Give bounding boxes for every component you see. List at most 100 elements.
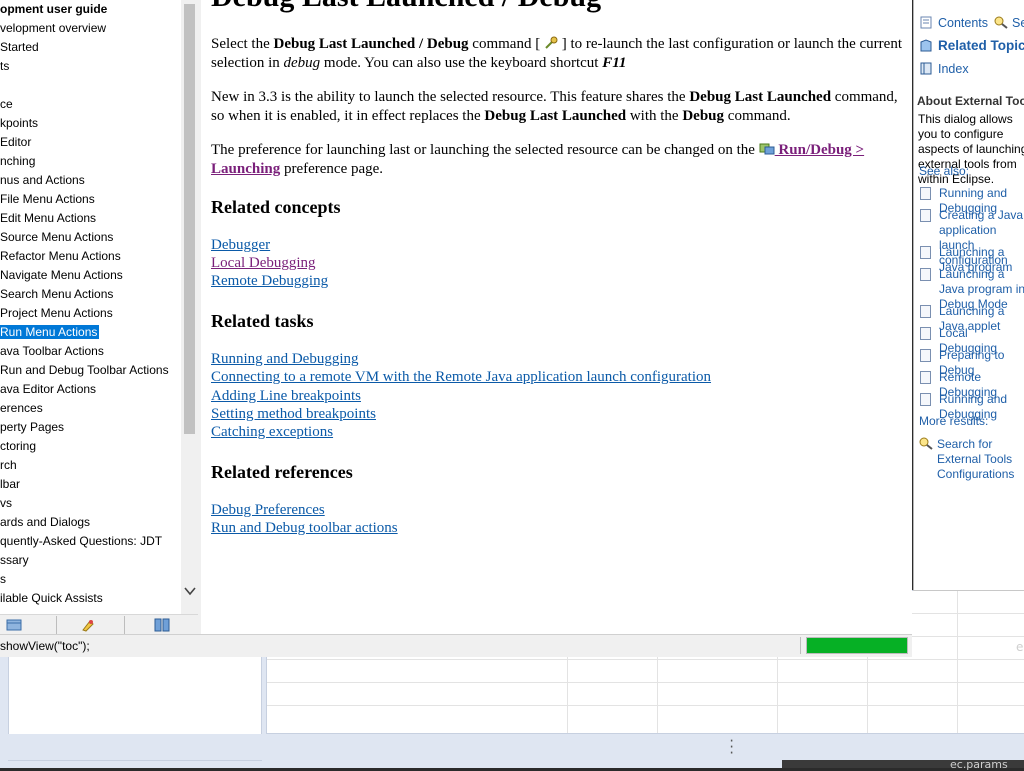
- toc-item[interactable]: ce: [0, 95, 13, 114]
- toc-item[interactable]: nching: [0, 152, 35, 171]
- toc-item-label: erences: [0, 401, 43, 415]
- toc-item[interactable]: Edit Menu Actions: [0, 209, 96, 228]
- link-running-and-debugging[interactable]: Running and Debugging: [211, 351, 359, 368]
- toc-toolbar: [0, 614, 198, 635]
- toc-item-label: Edit Menu Actions: [0, 211, 97, 225]
- toc-item-label: velopment overview: [0, 21, 107, 35]
- help-window: opment user guide velopment overview Start…: [0, 0, 912, 657]
- toc-item[interactable]: Editor: [0, 133, 31, 152]
- toc-item-label: Project Menu Actions: [0, 306, 113, 320]
- document-icon: [920, 209, 931, 222]
- toc-item[interactable]: ssary: [0, 551, 29, 570]
- index-icon: [920, 62, 932, 75]
- toc-item-label: ards and Dialogs: [0, 515, 91, 529]
- toc-item-label: Navigate Menu Actions: [0, 268, 123, 282]
- tab-search[interactable]: Se: [994, 16, 1024, 30]
- toc-item[interactable]: Run and Debug Toolbar Actions: [0, 361, 169, 380]
- paragraph-intro: Select the Debug Last Launched / Debug c…: [211, 36, 902, 71]
- tab-contents[interactable]: Contents: [920, 16, 988, 30]
- drag-handle-icon[interactable]: · · ·: [728, 735, 735, 759]
- toc-item-label: s: [0, 572, 6, 586]
- tab-related-topics[interactable]: Related Topics: [920, 38, 1024, 53]
- divider: [913, 590, 1024, 591]
- toc-item[interactable]: ava Toolbar Actions: [0, 342, 104, 361]
- toc-item-label: Run Menu Actions: [0, 325, 100, 339]
- toc-item-label: Search Menu Actions: [0, 287, 114, 301]
- tab-index[interactable]: Index: [920, 62, 969, 76]
- toc-item-label: ctoring: [0, 439, 37, 453]
- toc-item[interactable]: Project Menu Actions: [0, 304, 113, 323]
- contents-icon: [920, 16, 932, 29]
- related-topics-icon: [920, 39, 932, 52]
- toc-item[interactable]: quently-Asked Questions: JDT: [0, 532, 162, 551]
- toc-item[interactable]: ava Editor Actions: [0, 380, 96, 399]
- link-setting-method-breakpoints[interactable]: Setting method breakpoints: [211, 406, 376, 423]
- debug-icon: [544, 36, 558, 52]
- toc-item[interactable]: Started: [0, 38, 39, 57]
- toc-item[interactable]: ards and Dialogs: [0, 513, 90, 532]
- toc-item-selected[interactable]: Run Menu Actions: [0, 323, 100, 342]
- search-result-link[interactable]: Search for External Tools Configurations: [919, 437, 1024, 482]
- preference-icon: [759, 142, 775, 158]
- toc-item[interactable]: Source Menu Actions: [0, 228, 113, 247]
- toc-icon[interactable]: [6, 617, 22, 631]
- toc-item-label: ssary: [0, 553, 29, 567]
- scroll-down-icon[interactable]: [182, 584, 197, 599]
- toc-item[interactable]: Refactor Menu Actions: [0, 247, 121, 266]
- toc-scroll-thumb[interactable]: [184, 4, 195, 434]
- bookmark-icon[interactable]: [80, 617, 96, 632]
- toc-item-label: ce: [0, 97, 13, 111]
- toc-item[interactable]: erences: [0, 399, 43, 418]
- background-edge-text: e: [1016, 640, 1024, 654]
- related-references-heading: Related references: [211, 462, 353, 482]
- toc-item[interactable]: s: [0, 570, 6, 589]
- paragraph-preference: The preference for launching last or lau…: [211, 142, 865, 177]
- toc-item[interactable]: File Menu Actions: [0, 190, 95, 209]
- link-debugger[interactable]: Debugger: [211, 237, 270, 254]
- document-icon: [920, 246, 931, 259]
- link-run-debug-toolbar-actions[interactable]: Run and Debug toolbar actions: [211, 520, 398, 537]
- book-icon[interactable]: [154, 617, 170, 632]
- link-remote-debugging[interactable]: Remote Debugging: [211, 273, 328, 290]
- toc-item-label: ilable Quick Assists: [0, 591, 103, 605]
- progress-fill: [807, 638, 907, 653]
- status-text: showView("toc");: [0, 639, 90, 653]
- toc-item-label: nching: [0, 154, 36, 168]
- page-title: Debug Last Launched / Debug: [211, 0, 601, 14]
- document-icon: [920, 371, 931, 384]
- toc-item[interactable]: ts: [0, 57, 9, 76]
- see-also-label: See also:: [919, 164, 970, 178]
- link-connecting-remote-vm[interactable]: Connecting to a remote VM with the Remot…: [211, 369, 711, 386]
- content-pane: Debug Last Launched / Debug Select the D…: [201, 0, 912, 634]
- toc-item-label: Started: [0, 40, 39, 54]
- toc-item[interactable]: kpoints: [0, 114, 38, 133]
- progress-bar: [806, 637, 908, 654]
- link-catching-exceptions[interactable]: Catching exceptions: [211, 424, 333, 441]
- toc-item-label: File Menu Actions: [0, 192, 95, 206]
- section-title: About External Tools: [917, 94, 1024, 108]
- toc-item-label: kpoints: [0, 116, 39, 130]
- toc-item[interactable]: ctoring: [0, 437, 36, 456]
- link-debug-preferences[interactable]: Debug Preferences: [211, 502, 325, 519]
- toc-item[interactable]: nus and Actions: [0, 171, 85, 190]
- toc-item[interactable]: rch: [0, 456, 17, 475]
- toc-item[interactable]: perty Pages: [0, 418, 64, 437]
- toc-item[interactable]: vs: [0, 494, 12, 513]
- toc-item[interactable]: ilable Quick Assists: [0, 589, 103, 608]
- toc-item[interactable]: lbar: [0, 475, 20, 494]
- toc-pane: opment user guide velopment overview Start…: [0, 0, 198, 614]
- link-adding-line-breakpoints[interactable]: Adding Line breakpoints: [211, 388, 361, 405]
- document-icon: [920, 393, 931, 406]
- link-local-debugging[interactable]: Local Debugging: [211, 255, 316, 272]
- toc-item[interactable]: velopment overview: [0, 19, 106, 38]
- toc-item[interactable]: opment user guide: [0, 0, 107, 19]
- toc-item[interactable]: Navigate Menu Actions: [0, 266, 123, 285]
- toc-item-label: Run and Debug Toolbar Actions: [0, 363, 169, 377]
- document-icon: [920, 327, 931, 340]
- background-bottom-bar: [8, 734, 1024, 760]
- search-icon: [994, 16, 1008, 29]
- toc-item[interactable]: Search Menu Actions: [0, 285, 113, 304]
- toc-item-label: perty Pages: [0, 420, 65, 434]
- document-icon: [920, 305, 931, 318]
- toc-item-label: quently-Asked Questions: JDT: [0, 534, 163, 548]
